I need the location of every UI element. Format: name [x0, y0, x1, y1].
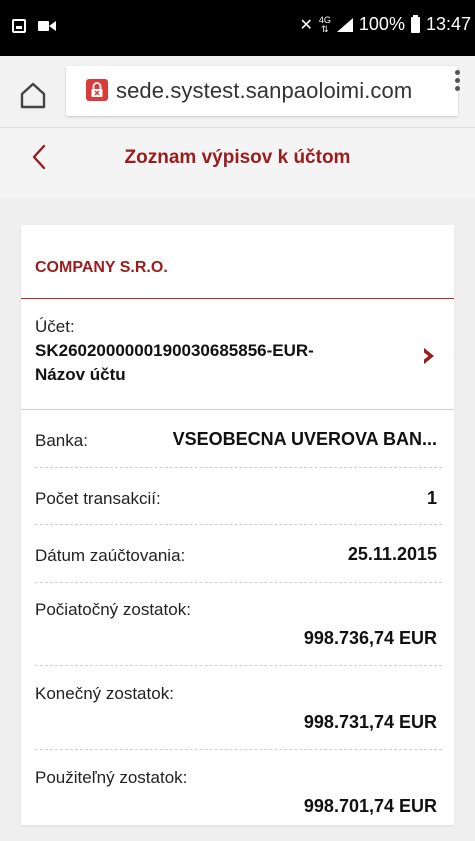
account-name: Názov účtu — [35, 365, 126, 384]
battery-percent: 100% — [358, 14, 405, 34]
row-label: Dátum zaúčtovania: — [35, 546, 186, 565]
lock-warning-icon[interactable] — [86, 79, 108, 101]
url-field[interactable]: sede.systest.sanpaoloimi.com — [66, 66, 458, 116]
clock: 13:47 — [425, 14, 471, 34]
row-value: 25.11.2015 — [347, 544, 437, 564]
row-value: 998.736,74 EUR — [303, 628, 437, 648]
screenshot-icon — [12, 19, 26, 33]
detail-row-bank: Banka: VSEOBECNA UVEROVA BAN... — [21, 410, 454, 470]
row-value: 998.701,74 EUR — [303, 796, 437, 816]
signal-icon — [336, 17, 353, 32]
statement-card: COMPANY S.R.O. Účet: SK26020000001900306… — [21, 225, 454, 825]
row-label: Konečný zostatok: — [35, 684, 174, 703]
row-label: Banka: — [35, 431, 88, 450]
account-row[interactable]: Účet: SK2602000000190030685856-EUR- Názo… — [21, 299, 454, 409]
account-number: SK2602000000190030685856-EUR- — [35, 341, 314, 360]
url-text[interactable]: sede.systest.sanpaoloimi.com — [116, 78, 412, 104]
row-value: VSEOBECNA UVEROVA BAN... — [172, 429, 437, 449]
app-header: Zoznam výpisov k účtom — [0, 128, 475, 198]
detail-row-opening-balance: Počiatočný zostatok: 998.736,74 EUR — [21, 583, 454, 665]
browser-toolbar: sede.systest.sanpaoloimi.com — [0, 56, 475, 128]
row-label: Počiatočný zostatok: — [35, 600, 191, 619]
network-type: 4G ⇅ — [318, 14, 331, 34]
chevron-right-icon[interactable] — [422, 347, 436, 365]
row-label: Počet transakcií: — [35, 489, 161, 508]
row-label: Použiteľný zostatok: — [35, 768, 188, 787]
status-bar: ✕ 4G ⇅ 100% 13:47 — [0, 0, 475, 56]
detail-row-available-balance: Použiteľný zostatok: 998.701,74 EUR — [21, 750, 454, 825]
detail-row-closing-balance: Konečný zostatok: 998.731,74 EUR — [21, 666, 454, 748]
home-button[interactable] — [18, 80, 48, 110]
page-title: Zoznam výpisov k účtom — [124, 147, 351, 168]
mute-icon: ✕ — [299, 16, 313, 34]
detail-row-posting-date: Dátum zaúčtovania: 25.11.2015 — [21, 525, 454, 581]
account-label: Účet: — [35, 317, 75, 336]
video-icon — [38, 20, 56, 32]
home-icon — [20, 82, 46, 109]
battery-icon — [410, 14, 420, 33]
detail-row-transactions: Počet transakcií: 1 — [21, 468, 454, 524]
more-vert-icon[interactable] — [455, 70, 461, 92]
row-value: 998.731,74 EUR — [303, 712, 437, 732]
company-name: COMPANY S.R.O. — [35, 259, 168, 276]
row-value: 1 — [426, 488, 437, 508]
